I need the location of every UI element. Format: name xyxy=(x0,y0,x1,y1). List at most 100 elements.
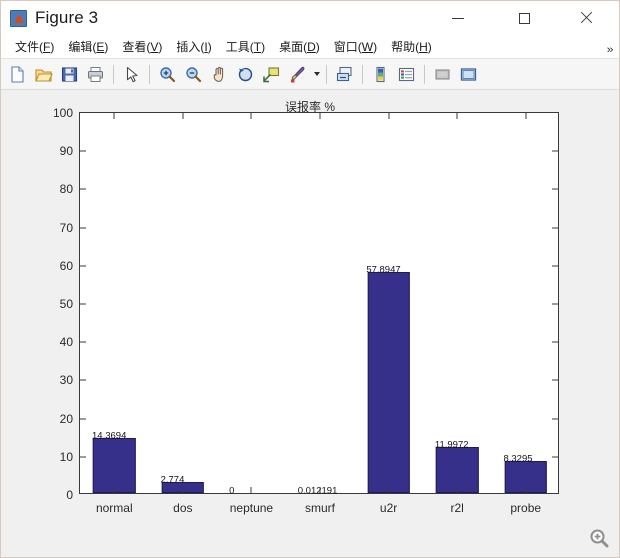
menu-item-tools[interactable]: 工具(T) xyxy=(219,36,272,58)
x-axis-tick-mark xyxy=(250,487,252,493)
x-axis-tick-mark xyxy=(319,113,321,119)
y-axis-tick-mark xyxy=(552,418,558,420)
menu-mnemonic-window: W xyxy=(361,39,374,54)
new-figure-icon[interactable] xyxy=(5,62,30,86)
close-button[interactable] xyxy=(563,1,609,35)
close-icon xyxy=(579,11,593,25)
rotate-3d-icon[interactable] xyxy=(233,62,258,86)
menu-mnemonic-tools: T xyxy=(253,39,262,54)
toolbar-separator xyxy=(362,64,363,84)
menu-label-desktop: 桌面( xyxy=(279,39,308,54)
menu-label-file: 文件( xyxy=(15,39,43,54)
menu-item-edit[interactable]: 编辑(E) xyxy=(61,36,115,58)
x-axis-tick-mark xyxy=(182,113,184,119)
link-plot-icon[interactable] xyxy=(332,62,357,86)
x-axis-tick-label-u2r: u2r xyxy=(379,501,398,515)
x-axis-tick-mark xyxy=(388,487,390,493)
y-axis-tick-mark xyxy=(552,303,558,305)
x-axis-tick-mark xyxy=(456,487,458,493)
zoom-in-icon[interactable] xyxy=(155,62,180,86)
zoom-out-icon[interactable] xyxy=(181,62,206,86)
y-axis-tick-label: 100 xyxy=(52,106,73,120)
menu-label-tools: 工具( xyxy=(225,39,254,54)
toolbar-separator xyxy=(149,64,150,84)
y-axis-tick-mark xyxy=(552,150,558,152)
y-axis-tick-mark xyxy=(80,265,86,267)
menu-item-file[interactable]: 文件(F) xyxy=(8,36,61,58)
x-axis-tick-label-probe: probe xyxy=(510,501,542,515)
y-axis-tick-label: 30 xyxy=(59,373,73,388)
bar-normal[interactable] xyxy=(93,438,136,493)
menu-mnemonic-desktop: D xyxy=(307,39,316,54)
bar-u2r[interactable] xyxy=(367,271,410,493)
menu-item-window[interactable]: 窗口(W) xyxy=(327,36,384,58)
window-title: Figure 3 xyxy=(35,8,99,27)
matlab-figure-icon xyxy=(10,9,27,27)
title-bar: Figure 3 xyxy=(1,1,619,35)
y-axis-tick-mark xyxy=(80,456,86,458)
x-axis-tick-label-neptune: neptune xyxy=(229,501,274,515)
pan-icon[interactable] xyxy=(207,62,232,86)
y-axis-tick-mark xyxy=(80,379,86,381)
data-cursor-icon[interactable] xyxy=(259,62,284,86)
hide-plot-tools-icon[interactable] xyxy=(430,62,455,86)
show-plot-tools-icon[interactable] xyxy=(456,62,481,86)
figure-window: Figure 3 文件(F) 编辑(E) 查看(V) 插入(I) 工具(T) 桌… xyxy=(0,0,620,558)
x-axis-tick-label-normal: normal xyxy=(95,501,133,515)
figure-canvas: 误报率 % 0 10 20 30 40 50 60 70 80 90 100 14.3694 norma… xyxy=(1,90,619,557)
x-axis-tick-mark xyxy=(182,487,184,493)
y-axis-tick-label: 80 xyxy=(59,182,73,197)
brush-dropdown-icon[interactable] xyxy=(311,62,322,86)
save-figure-icon[interactable] xyxy=(57,62,82,86)
y-axis-tick-label: 90 xyxy=(59,144,73,159)
open-file-icon[interactable] xyxy=(31,62,56,86)
y-axis-tick-mark xyxy=(80,227,86,229)
bar-value-label: 0.012191 xyxy=(297,485,338,497)
minimize-button[interactable] xyxy=(435,1,481,35)
pointer-icon[interactable] xyxy=(119,62,144,86)
x-axis-tick-mark xyxy=(525,487,527,493)
menu-item-view[interactable]: 查看(V) xyxy=(115,36,169,58)
maximize-icon xyxy=(518,12,530,24)
menu-label-insert: 插入( xyxy=(176,39,205,54)
chart-axes: 0 10 20 30 40 50 60 70 80 90 100 14.3694 normal 2.774… xyxy=(53,106,559,515)
x-axis-tick-mark xyxy=(250,113,252,119)
y-axis-tick-label: 70 xyxy=(59,220,73,235)
bar-value-label: 8.3295 xyxy=(503,453,533,465)
y-axis-tick-label: 50 xyxy=(59,297,73,311)
magnifier-plus-icon[interactable] xyxy=(586,525,612,551)
bar-value-label: 0 xyxy=(229,485,235,497)
toolbar-separator xyxy=(326,64,327,84)
menu-bar: 文件(F) 编辑(E) 查看(V) 插入(I) 工具(T) 桌面(D) 窗口(W… xyxy=(1,35,619,59)
menu-item-desktop[interactable]: 桌面(D) xyxy=(272,36,327,58)
x-axis-tick-mark xyxy=(113,487,115,493)
y-axis-tick-label: 20 xyxy=(59,411,73,426)
x-axis-tick-label-smurf: smurf xyxy=(305,501,335,515)
x-axis-tick-mark xyxy=(319,487,321,493)
x-axis-tick-mark xyxy=(456,113,458,119)
print-figure-icon[interactable] xyxy=(83,62,108,86)
y-axis-tick-mark xyxy=(80,341,86,343)
maximize-button[interactable] xyxy=(501,1,547,35)
y-axis-tick-mark xyxy=(552,188,558,190)
menu-label-help: 帮助( xyxy=(391,39,420,54)
plot-area: 0 10 20 30 40 50 60 70 80 90 100 14.3694 normal 2.774… xyxy=(53,106,558,515)
bar-value-label: 2.774 xyxy=(160,474,185,486)
y-axis-tick-label: 40 xyxy=(59,335,73,350)
menu-label-window: 窗口( xyxy=(333,39,362,54)
y-axis-tick-mark xyxy=(552,341,558,343)
y-axis-tick-mark xyxy=(80,303,86,305)
y-axis-tick-mark xyxy=(80,188,86,190)
colorbar-icon[interactable] xyxy=(368,62,393,86)
x-axis-tick-label-dos: dos xyxy=(173,501,193,515)
y-axis-tick-mark xyxy=(80,150,86,152)
menu-overflow-icon[interactable]: » xyxy=(607,44,614,56)
legend-icon[interactable] xyxy=(394,62,419,86)
bar-value-label: 14.3694 xyxy=(92,430,127,442)
brush-icon[interactable] xyxy=(285,62,310,86)
y-axis-tick-mark xyxy=(552,265,558,267)
menu-item-insert[interactable]: 插入(I) xyxy=(169,36,218,58)
bar-value-label: 11.9972 xyxy=(434,439,469,451)
menu-item-help[interactable]: 帮助(H) xyxy=(384,36,439,58)
y-axis-tick-mark xyxy=(552,379,558,381)
